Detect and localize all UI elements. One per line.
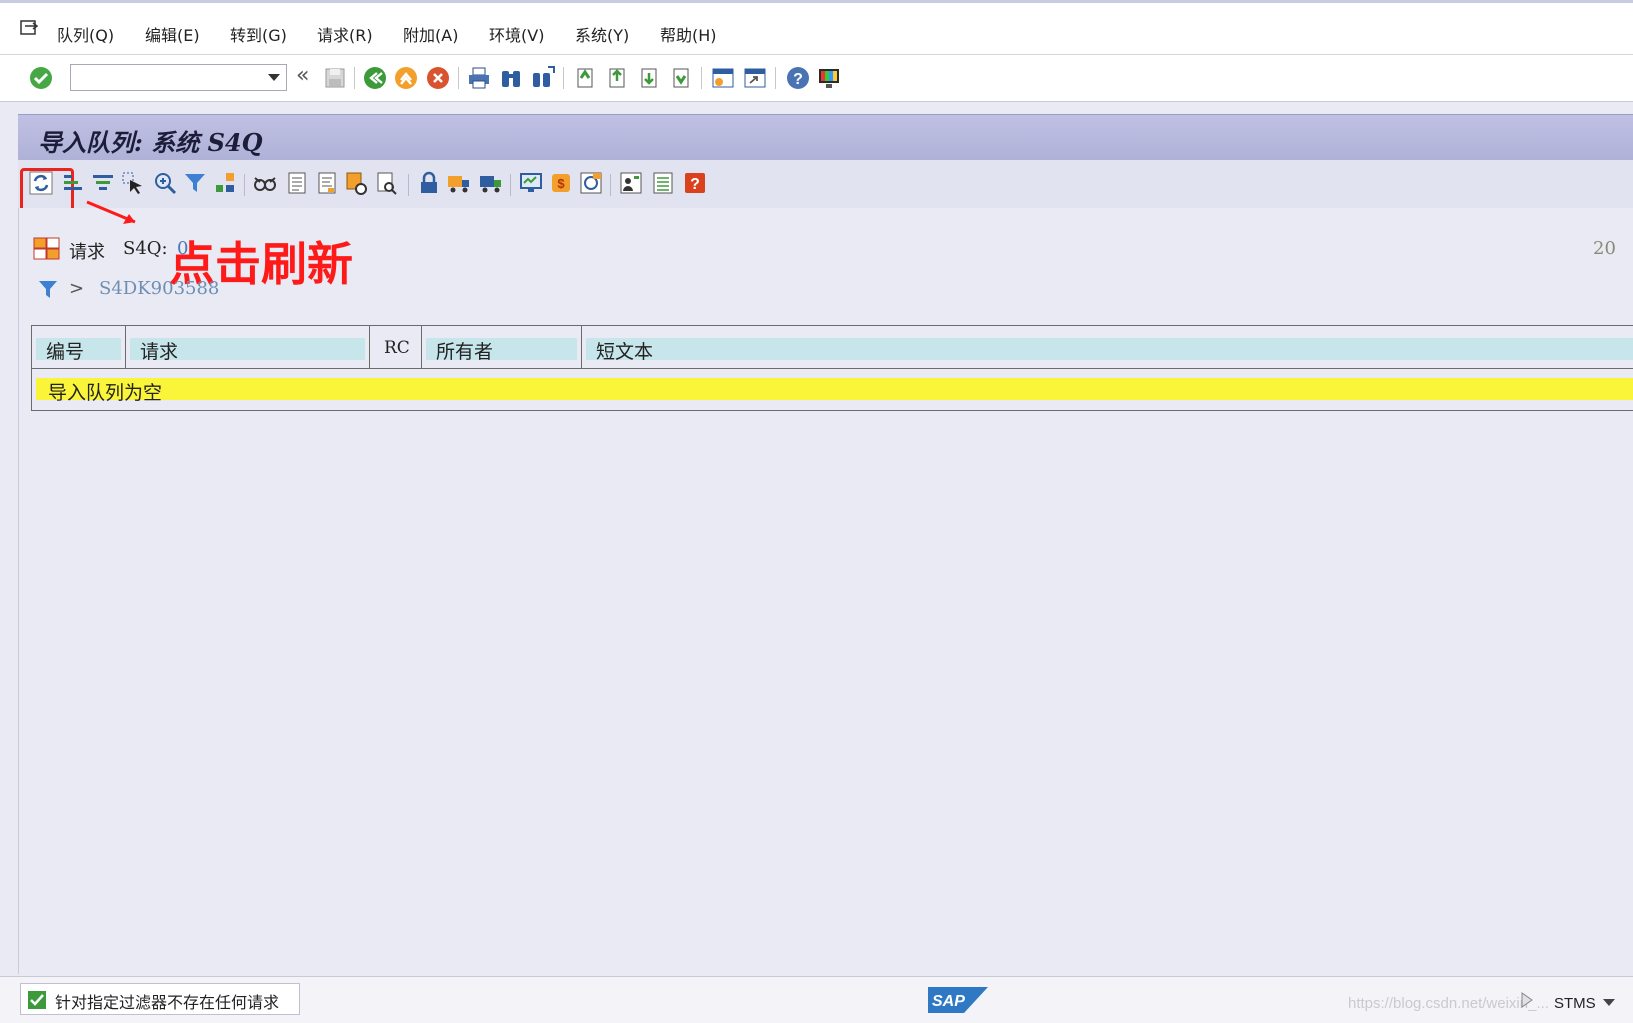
annotation-arrow (86, 200, 136, 224)
page-title: 导入队列: 系统 S4Q (38, 128, 263, 157)
column-label: 编号 (46, 341, 85, 363)
column-header-owner[interactable]: 所有者 (422, 326, 582, 368)
column-header-request[interactable]: 请求 (126, 326, 370, 368)
list-icon[interactable] (650, 170, 676, 196)
transaction-code[interactable]: STMS (1554, 995, 1596, 1012)
column-header-short-text[interactable]: 短文本 (582, 326, 1633, 368)
lock-icon[interactable] (416, 170, 442, 196)
svg-text:?: ? (690, 176, 700, 193)
row-divider (32, 368, 1633, 369)
user-icon[interactable] (618, 170, 644, 196)
back-icon[interactable]: « (296, 63, 322, 89)
menu-goto[interactable]: 转到(G) (230, 22, 287, 46)
search-doc-icon[interactable] (374, 170, 400, 196)
save-icon[interactable] (322, 65, 348, 91)
command-input[interactable] (75, 66, 259, 91)
chevron-down-icon[interactable] (1603, 999, 1615, 1006)
column-header-rc[interactable]: RC (370, 326, 422, 368)
svg-text:?: ? (793, 71, 803, 88)
import-all-truck-icon[interactable] (478, 170, 504, 196)
column-header-number[interactable]: 编号 (32, 326, 126, 368)
success-check-icon (28, 991, 46, 1009)
help-icon[interactable]: ? (785, 65, 811, 91)
monitor-icon[interactable] (518, 170, 544, 196)
column-label: 短文本 (596, 341, 654, 363)
enter-check-icon[interactable] (28, 65, 54, 91)
title-bar: 导入队列: 系统 S4Q (18, 114, 1633, 161)
document-icon[interactable] (284, 170, 310, 196)
request-system: S4Q: (123, 238, 168, 259)
display-icon[interactable] (252, 170, 278, 196)
header-right-value: 20 (1593, 238, 1616, 259)
new-session-icon[interactable] (710, 65, 736, 91)
top-line (0, 0, 1633, 3)
select-icon[interactable] (120, 170, 146, 196)
first-page-icon[interactable] (572, 65, 598, 91)
menu-exit-icon[interactable] (20, 20, 38, 36)
play-icon[interactable] (1520, 991, 1534, 1009)
command-field[interactable] (70, 64, 287, 91)
svg-text:$: $ (557, 176, 565, 191)
empty-queue-row: 导入队列为空 (36, 378, 1633, 404)
column-label: RC (384, 338, 410, 358)
status-message[interactable]: 针对指定过滤器不存在任何请求 (20, 983, 300, 1015)
sort-icon[interactable] (60, 170, 86, 196)
request-icon (33, 237, 60, 260)
next-page-icon[interactable] (636, 65, 662, 91)
import-truck-icon[interactable] (446, 170, 472, 196)
column-label: 请求 (140, 341, 179, 363)
find-icon[interactable] (498, 65, 524, 91)
last-page-icon[interactable] (668, 65, 694, 91)
request-label: 请求 (69, 242, 105, 263)
shortcut-icon[interactable] (742, 65, 768, 91)
menu-bar: 队列(Q) 编辑(E) 转到(G) 请求(R) 附加(A) 环境(V) 系统(Y… (0, 0, 1633, 55)
hierarchy-icon[interactable] (212, 170, 238, 196)
tp-system-icon[interactable]: $ (548, 170, 574, 196)
content-area: 请求 S4Q: 0 20 点击刷新 > S4DK903588 编号 请求 RC … (18, 200, 1633, 974)
menu-edit[interactable]: 编辑(E) (145, 22, 200, 46)
menu-environment[interactable]: 环境(V) (489, 22, 544, 46)
column-label: 所有者 (436, 341, 494, 363)
customize-layout-icon[interactable] (816, 65, 842, 91)
log-icon[interactable] (314, 170, 340, 196)
request-detail-icon[interactable] (344, 170, 370, 196)
status-text: 针对指定过滤器不存在任何请求 (55, 993, 280, 1012)
print-icon[interactable] (466, 65, 492, 91)
chevron-right-icon: > (69, 278, 85, 299)
system-toolbar: « ? (0, 55, 1633, 102)
app-help-icon[interactable]: ? (682, 170, 708, 196)
chevron-down-icon[interactable] (268, 74, 280, 81)
filter-value[interactable]: S4DK903588 (99, 278, 219, 299)
prev-page-icon[interactable] (604, 65, 630, 91)
menu-system[interactable]: 系统(Y) (575, 22, 629, 46)
svg-text:SAP: SAP (932, 993, 965, 1010)
menu-extras[interactable]: 附加(A) (403, 22, 458, 46)
menu-help[interactable]: 帮助(H) (660, 22, 717, 46)
menu-request[interactable]: 请求(R) (317, 22, 373, 46)
import-queue-table: 编号 请求 RC 所有者 短文本 导入队列为空 (31, 325, 1633, 411)
exit-icon[interactable] (393, 65, 419, 91)
watermark-text: https://blog.csdn.net/weixin_... (1348, 995, 1549, 1012)
zoom-icon[interactable] (152, 170, 178, 196)
filter-icon[interactable] (37, 278, 59, 300)
filter-list-icon[interactable] (90, 170, 116, 196)
application-toolbar: $ ? (18, 160, 1633, 216)
empty-queue-message: 导入队列为空 (48, 382, 163, 404)
menu-queue[interactable]: 队列(Q) (57, 22, 114, 46)
filter-icon[interactable] (182, 170, 208, 196)
find-next-icon[interactable] (530, 65, 556, 91)
green-back-icon[interactable] (362, 65, 388, 91)
refresh-button[interactable] (20, 168, 74, 216)
sap-logo: SAP (928, 987, 988, 1013)
cancel-icon[interactable] (425, 65, 451, 91)
status-bar: 针对指定过滤器不存在任何请求 SAP https://blog.csdn.net… (0, 976, 1633, 1023)
transport-refresh-icon[interactable] (578, 170, 604, 196)
